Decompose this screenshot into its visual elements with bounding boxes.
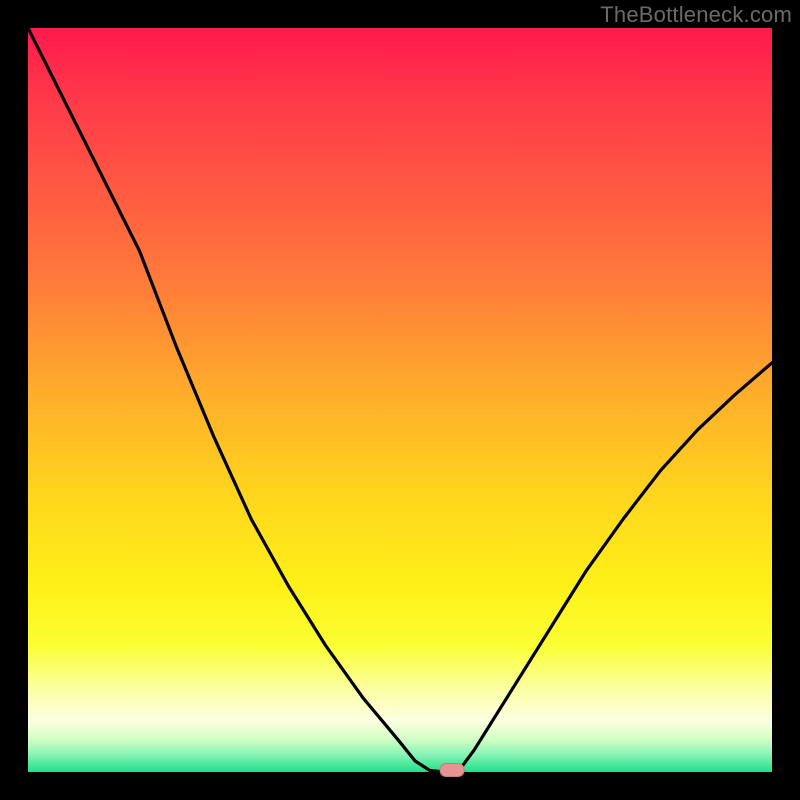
attribution-label: TheBottleneck.com bbox=[600, 2, 792, 28]
chart-canvas: TheBottleneck.com bbox=[0, 0, 800, 800]
bottleneck-chart bbox=[0, 0, 800, 800]
optimal-point-marker bbox=[440, 764, 464, 777]
gradient-background bbox=[28, 28, 772, 772]
